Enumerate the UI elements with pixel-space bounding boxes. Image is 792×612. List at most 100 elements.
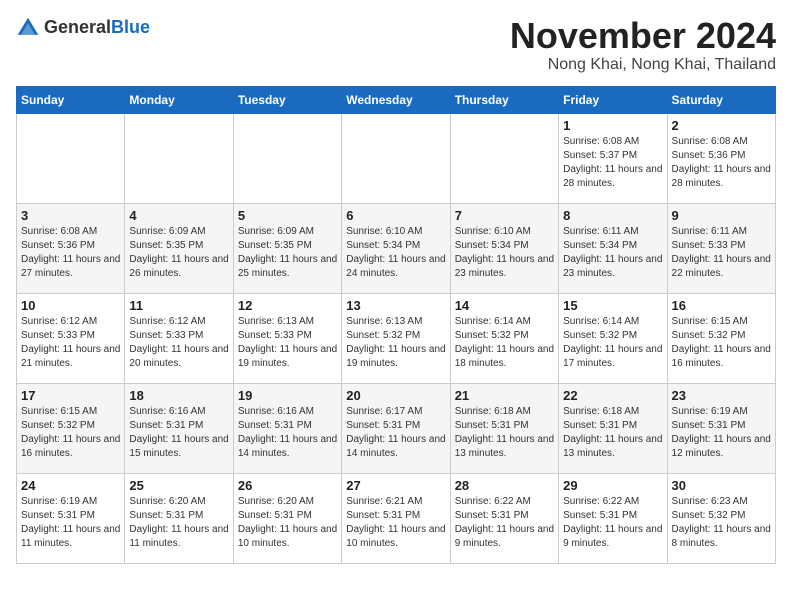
day-info: Sunrise: 6:20 AM Sunset: 5:31 PM Dayligh… [129, 495, 228, 551]
calendar-cell: 17 Sunrise: 6:15 AM Sunset: 5:32 PM Dayli… [17, 383, 125, 473]
day-number: 23 [672, 388, 771, 403]
day-number: 1 [563, 118, 662, 133]
day-number: 28 [455, 478, 554, 493]
day-number: 30 [672, 478, 771, 493]
day-info: Sunrise: 6:13 AM Sunset: 5:32 PM Dayligh… [346, 315, 445, 371]
calendar-week-3: 10 Sunrise: 6:12 AM Sunset: 5:33 PM Dayli… [17, 293, 776, 383]
calendar-cell: 24 Sunrise: 6:19 AM Sunset: 5:31 PM Dayli… [17, 473, 125, 563]
calendar-cell: 15 Sunrise: 6:14 AM Sunset: 5:32 PM Dayli… [559, 293, 667, 383]
header-saturday: Saturday [667, 86, 775, 113]
logo-icon [16, 16, 40, 40]
day-number: 15 [563, 298, 662, 313]
calendar-cell: 4 Sunrise: 6:09 AM Sunset: 5:35 PM Daylig… [125, 203, 233, 293]
header-thursday: Thursday [450, 86, 558, 113]
calendar-week-5: 24 Sunrise: 6:19 AM Sunset: 5:31 PM Dayli… [17, 473, 776, 563]
month-title: November 2024 [510, 16, 776, 56]
calendar-cell: 16 Sunrise: 6:15 AM Sunset: 5:32 PM Dayli… [667, 293, 775, 383]
calendar-body: 1 Sunrise: 6:08 AM Sunset: 5:37 PM Daylig… [17, 113, 776, 563]
day-info: Sunrise: 6:21 AM Sunset: 5:31 PM Dayligh… [346, 495, 445, 551]
day-number: 11 [129, 298, 228, 313]
calendar-header: Sunday Monday Tuesday Wednesday Thursday… [17, 86, 776, 113]
day-number: 26 [238, 478, 337, 493]
day-number: 4 [129, 208, 228, 223]
day-info: Sunrise: 6:15 AM Sunset: 5:32 PM Dayligh… [21, 405, 120, 461]
day-number: 13 [346, 298, 445, 313]
day-number: 24 [21, 478, 120, 493]
calendar-cell: 23 Sunrise: 6:19 AM Sunset: 5:31 PM Dayli… [667, 383, 775, 473]
day-info: Sunrise: 6:20 AM Sunset: 5:31 PM Dayligh… [238, 495, 337, 551]
day-info: Sunrise: 6:10 AM Sunset: 5:34 PM Dayligh… [346, 225, 445, 281]
day-number: 18 [129, 388, 228, 403]
day-info: Sunrise: 6:16 AM Sunset: 5:31 PM Dayligh… [238, 405, 337, 461]
calendar-table: Sunday Monday Tuesday Wednesday Thursday… [16, 86, 776, 564]
calendar-cell: 25 Sunrise: 6:20 AM Sunset: 5:31 PM Dayli… [125, 473, 233, 563]
calendar-cell [342, 113, 450, 203]
header-tuesday: Tuesday [233, 86, 341, 113]
calendar-cell [17, 113, 125, 203]
day-number: 7 [455, 208, 554, 223]
day-number: 27 [346, 478, 445, 493]
location-title: Nong Khai, Nong Khai, Thailand [510, 56, 776, 74]
header-friday: Friday [559, 86, 667, 113]
day-number: 10 [21, 298, 120, 313]
day-number: 17 [21, 388, 120, 403]
calendar-cell: 21 Sunrise: 6:18 AM Sunset: 5:31 PM Dayli… [450, 383, 558, 473]
day-number: 5 [238, 208, 337, 223]
calendar-cell: 19 Sunrise: 6:16 AM Sunset: 5:31 PM Dayli… [233, 383, 341, 473]
day-number: 25 [129, 478, 228, 493]
day-info: Sunrise: 6:12 AM Sunset: 5:33 PM Dayligh… [129, 315, 228, 371]
day-info: Sunrise: 6:09 AM Sunset: 5:35 PM Dayligh… [238, 225, 337, 281]
day-info: Sunrise: 6:12 AM Sunset: 5:33 PM Dayligh… [21, 315, 120, 371]
calendar-cell: 3 Sunrise: 6:08 AM Sunset: 5:36 PM Daylig… [17, 203, 125, 293]
header-wednesday: Wednesday [342, 86, 450, 113]
calendar-cell: 27 Sunrise: 6:21 AM Sunset: 5:31 PM Dayli… [342, 473, 450, 563]
day-info: Sunrise: 6:08 AM Sunset: 5:37 PM Dayligh… [563, 135, 662, 191]
day-info: Sunrise: 6:14 AM Sunset: 5:32 PM Dayligh… [455, 315, 554, 371]
day-info: Sunrise: 6:09 AM Sunset: 5:35 PM Dayligh… [129, 225, 228, 281]
calendar-cell [450, 113, 558, 203]
calendar-cell: 11 Sunrise: 6:12 AM Sunset: 5:33 PM Dayli… [125, 293, 233, 383]
day-info: Sunrise: 6:08 AM Sunset: 5:36 PM Dayligh… [672, 135, 771, 191]
day-info: Sunrise: 6:10 AM Sunset: 5:34 PM Dayligh… [455, 225, 554, 281]
day-info: Sunrise: 6:14 AM Sunset: 5:32 PM Dayligh… [563, 315, 662, 371]
logo-text-general: General [44, 17, 111, 37]
calendar-cell: 30 Sunrise: 6:23 AM Sunset: 5:32 PM Dayli… [667, 473, 775, 563]
calendar-cell [233, 113, 341, 203]
day-number: 21 [455, 388, 554, 403]
day-info: Sunrise: 6:18 AM Sunset: 5:31 PM Dayligh… [563, 405, 662, 461]
header-row: Sunday Monday Tuesday Wednesday Thursday… [17, 86, 776, 113]
calendar-cell: 6Sunrise: 6:10 AM Sunset: 5:34 PM Daylig… [342, 203, 450, 293]
calendar-cell: 8Sunrise: 6:11 AM Sunset: 5:34 PM Daylig… [559, 203, 667, 293]
calendar-cell: 20Sunrise: 6:17 AM Sunset: 5:31 PM Dayli… [342, 383, 450, 473]
day-info: Sunrise: 6:22 AM Sunset: 5:31 PM Dayligh… [563, 495, 662, 551]
day-info: Sunrise: 6:18 AM Sunset: 5:31 PM Dayligh… [455, 405, 554, 461]
calendar-cell [125, 113, 233, 203]
day-info: Sunrise: 6:23 AM Sunset: 5:32 PM Dayligh… [672, 495, 771, 551]
day-number: 3 [21, 208, 120, 223]
day-info: Sunrise: 6:13 AM Sunset: 5:33 PM Dayligh… [238, 315, 337, 371]
day-info: Sunrise: 6:19 AM Sunset: 5:31 PM Dayligh… [21, 495, 120, 551]
calendar-cell: 12 Sunrise: 6:13 AM Sunset: 5:33 PM Dayli… [233, 293, 341, 383]
calendar-cell: 18 Sunrise: 6:16 AM Sunset: 5:31 PM Dayli… [125, 383, 233, 473]
calendar-cell: 14Sunrise: 6:14 AM Sunset: 5:32 PM Dayli… [450, 293, 558, 383]
day-number: 22 [563, 388, 662, 403]
day-number: 29 [563, 478, 662, 493]
calendar-cell: 9 Sunrise: 6:11 AM Sunset: 5:33 PM Daylig… [667, 203, 775, 293]
day-info: Sunrise: 6:08 AM Sunset: 5:36 PM Dayligh… [21, 225, 120, 281]
calendar-cell: 1 Sunrise: 6:08 AM Sunset: 5:37 PM Daylig… [559, 113, 667, 203]
day-number: 19 [238, 388, 337, 403]
calendar-cell: 28Sunrise: 6:22 AM Sunset: 5:31 PM Dayli… [450, 473, 558, 563]
day-info: Sunrise: 6:15 AM Sunset: 5:32 PM Dayligh… [672, 315, 771, 371]
day-info: Sunrise: 6:19 AM Sunset: 5:31 PM Dayligh… [672, 405, 771, 461]
day-number: 9 [672, 208, 771, 223]
day-info: Sunrise: 6:16 AM Sunset: 5:31 PM Dayligh… [129, 405, 228, 461]
day-info: Sunrise: 6:11 AM Sunset: 5:33 PM Dayligh… [672, 225, 771, 281]
calendar-cell: 13 Sunrise: 6:13 AM Sunset: 5:32 PM Dayli… [342, 293, 450, 383]
header-monday: Monday [125, 86, 233, 113]
calendar-week-1: 1 Sunrise: 6:08 AM Sunset: 5:37 PM Daylig… [17, 113, 776, 203]
day-number: 12 [238, 298, 337, 313]
title-area: November 2024 Nong Khai, Nong Khai, Thai… [510, 16, 776, 74]
calendar-week-2: 3 Sunrise: 6:08 AM Sunset: 5:36 PM Daylig… [17, 203, 776, 293]
day-number: 16 [672, 298, 771, 313]
calendar-cell: 26 Sunrise: 6:20 AM Sunset: 5:31 PM Dayli… [233, 473, 341, 563]
